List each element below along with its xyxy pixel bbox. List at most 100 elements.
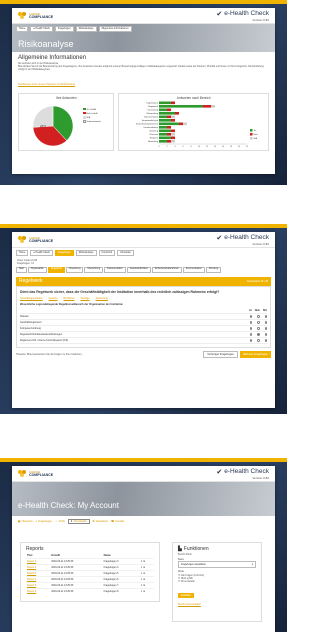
menu-profile[interactable]: ☺ Profil xyxy=(55,519,65,524)
x-tick-label: 10 xyxy=(198,146,201,148)
company-logo[interactable]: CHANGE COMPLIANCE xyxy=(18,236,53,243)
tab-verantwortlichkeit[interactable]: Verantwortlichkeit xyxy=(126,267,151,273)
subtab-grundsaetze[interactable]: Geschäftsgrundsätze xyxy=(20,297,43,300)
tab-sicherheit[interactable]: Sicherheitsmaßnahmen xyxy=(151,267,182,273)
bar-segment xyxy=(159,104,204,108)
menu-contact[interactable]: ☎ Kontakt xyxy=(111,519,124,524)
col-ja: Ja xyxy=(249,309,252,312)
delete-icon[interactable]: ⊗ xyxy=(143,572,145,575)
company-logo[interactable]: CHANGE COMPLIANCE xyxy=(18,470,53,477)
crumb-home[interactable]: Home xyxy=(16,250,29,256)
user-icon: ☺ xyxy=(54,520,58,523)
tab-umsetzung[interactable]: Umsetzung xyxy=(65,267,84,273)
next-button[interactable]: Nächster Fragebogen xyxy=(239,351,271,358)
crumb-general[interactable]: Allgemeine Informationen xyxy=(98,26,132,32)
logo-text-bottom: COMPLIANCE xyxy=(29,472,54,477)
mode-option[interactable]: ☐ Ohne Details xyxy=(178,580,256,583)
app-header: CHANGE COMPLIANCE ✔ e-Health Check Version… xyxy=(12,8,275,24)
prev-button[interactable]: Vorheriger Fragebogen xyxy=(203,351,238,358)
bar-chart: OrganisationRegelwerkUmsetzungÜberprüfun… xyxy=(137,101,260,148)
bar-category-label: Verantwortlichkeit xyxy=(142,119,159,122)
menu-overview[interactable]: ▦ Übersicht xyxy=(18,519,32,524)
crumb-logout[interactable]: Abmelden xyxy=(117,250,134,256)
radio-button[interactable] xyxy=(257,321,260,324)
bar-segment xyxy=(159,139,168,143)
x-tick-label: 6 xyxy=(183,146,185,148)
guide-link[interactable]: Schrittweise durch unsere Hinweise zur R… xyxy=(18,83,75,86)
crumb-ehealth[interactable]: e-Health Check xyxy=(30,250,53,256)
radio-button[interactable] xyxy=(249,339,253,342)
radio-button[interactable] xyxy=(249,333,253,336)
radio-button[interactable] xyxy=(264,327,267,330)
crumb-progress[interactable]: Fortschritt xyxy=(98,250,116,256)
radio-button[interactable] xyxy=(257,339,260,342)
delete-icon[interactable]: ⊗ xyxy=(143,590,145,593)
subtab-vertraege[interactable]: Verträge xyxy=(81,297,90,300)
delete-icon[interactable]: ⊗ xyxy=(143,584,145,587)
intro-body: Bitte klicken Sie für die Beantwortung d… xyxy=(18,65,264,72)
company-logo[interactable]: CHANGE COMPLIANCE xyxy=(18,12,53,19)
subtab-gesetze[interactable]: Gesetze xyxy=(49,297,58,300)
radio-button[interactable] xyxy=(249,327,253,330)
grid-icon: ▦ xyxy=(18,520,21,523)
menu-downloads[interactable]: ⇩ Downloads xyxy=(67,519,90,524)
app-brand: ✔ e-Health Check Version 0.82 xyxy=(216,234,269,246)
radio-button[interactable] xyxy=(257,333,260,336)
delete-icon[interactable]: ⊗ xyxy=(143,566,145,569)
crumb-risk[interactable]: Risikoanalyse xyxy=(75,26,97,32)
crumb-questionnaire[interactable]: Fragebogen xyxy=(54,26,74,32)
tab-regelwerk[interactable]: Regelwerk xyxy=(47,267,65,273)
crumb-home[interactable]: Home xyxy=(16,26,29,32)
tab-organisation[interactable]: Organisation xyxy=(27,267,47,273)
crumb-risk[interactable]: Risikoanalyse xyxy=(75,250,97,256)
tab-dokumentation[interactable]: Dokumentation xyxy=(104,267,126,273)
bar-segment xyxy=(171,101,176,104)
functions-title: Funktionen xyxy=(183,546,209,552)
create-button[interactable]: Erstellen xyxy=(178,593,195,599)
report-name: Fragebogen 8 xyxy=(102,588,140,594)
radio-button[interactable] xyxy=(249,321,253,324)
checkmark-icon: ✔ xyxy=(216,234,223,242)
tab-kommunikation[interactable]: Kommunikation xyxy=(182,267,205,273)
radio-button[interactable] xyxy=(257,315,260,318)
radio-button[interactable] xyxy=(257,327,260,330)
menu-questionnaire[interactable]: ≡ Fragebogen xyxy=(35,519,52,524)
tab-schulung[interactable]: Schulung xyxy=(205,267,222,273)
tab-start[interactable]: Start xyxy=(16,267,27,273)
x-tick-label: 4 xyxy=(175,146,177,148)
bar-segment xyxy=(167,125,172,129)
section-heading: Allgemeine Informationen xyxy=(18,55,87,61)
radio-button[interactable] xyxy=(264,333,267,336)
list-icon: ≡ xyxy=(35,520,37,523)
tab-ueberpruefung[interactable]: Überprüfung xyxy=(84,267,104,273)
user-info: Unser Jonas 21.08 Fragebogen: 13 xyxy=(12,258,275,266)
radio-button[interactable] xyxy=(264,321,267,324)
reports-panel: Reports Titel Erstellt Name Report 1 2019… xyxy=(20,542,160,602)
bar-segment xyxy=(171,118,176,122)
subtab-zielsetzung[interactable]: Zielsetzung xyxy=(96,297,108,300)
crumb-ehealth[interactable]: e-Health Check xyxy=(30,26,53,32)
menu-newsletter[interactable]: ✉ Newsletter xyxy=(93,519,108,524)
questionnaire-select[interactable]: Fragebogen auswählen ▾ xyxy=(178,561,256,569)
x-tick-label: 14 xyxy=(214,146,217,148)
app-brand: ✔ e-Health Check Version 0.82 xyxy=(216,10,269,22)
delete-icon[interactable]: ⊗ xyxy=(143,578,145,581)
crumb-questionnaire[interactable]: Fragebogen xyxy=(54,250,74,256)
pie-legend-item: Unbeantwortet xyxy=(86,121,101,124)
report-link[interactable]: Report 6 xyxy=(26,588,51,594)
radio-button[interactable] xyxy=(264,339,267,342)
radio-button[interactable] xyxy=(249,315,253,318)
radio-button[interactable] xyxy=(264,315,267,318)
app-header: CHANGE COMPLIANCE ✔ e-Health Check Version… xyxy=(12,232,275,248)
delete-icon[interactable]: ⊗ xyxy=(143,560,145,563)
phone-icon: ☎ xyxy=(111,520,115,523)
pie-legend: Ja / Erfüllt Nicht erfüllt N/A Unbeantwo… xyxy=(83,107,101,125)
download-link[interactable]: Bericht herunterladen xyxy=(178,603,256,606)
legend-swatch xyxy=(250,132,253,136)
bar-segment xyxy=(167,139,172,143)
logo-text-bottom: COMPLIANCE xyxy=(29,14,54,19)
app-brand: ✔ e-Health Check Version 0.82 xyxy=(216,468,269,480)
app-version: Version 0.82 xyxy=(252,241,269,246)
subtab-richtlinien[interactable]: Richtlinien xyxy=(64,297,75,300)
x-tick-label: 16 xyxy=(222,146,225,148)
